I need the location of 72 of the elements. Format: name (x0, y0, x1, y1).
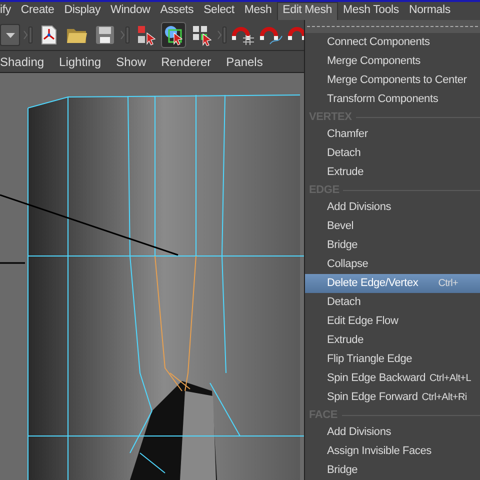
document-icon (40, 25, 58, 45)
menu-item[interactable]: Transform Components (305, 90, 480, 109)
panel-menu-item[interactable]: Show (116, 52, 146, 70)
menu-item[interactable]: Extrude (305, 331, 480, 350)
menu-item[interactable]: Edit Edge Flow (305, 312, 480, 331)
menu-item-label: Detach (327, 146, 361, 162)
menu-item-label: Detach (327, 295, 361, 310)
menu-item[interactable]: Edit Mesh (276, 2, 338, 20)
menu-item[interactable]: Add Divisions (305, 423, 480, 442)
menu-item-label: Bevel (327, 219, 354, 234)
menu-item[interactable]: ify (0, 2, 16, 20)
menu-item-label: Extrude (327, 165, 364, 180)
menu-item[interactable]: Flip Triangle Edge (305, 350, 480, 369)
menu-item[interactable]: Select (198, 2, 240, 20)
menu-item[interactable]: Collapse (305, 255, 480, 274)
menu-item[interactable]: Connect Components (305, 33, 480, 52)
menu-item[interactable]: Merge Components to Center (305, 71, 480, 90)
selection-arrow-icon (162, 24, 184, 46)
toolbar-grip-icon (217, 24, 227, 46)
menu-item[interactable]: Spin Edge Forward Ctrl+Alt+Ri (305, 388, 480, 407)
caret-icon (6, 32, 14, 38)
menu-item-label: Collapse (327, 257, 368, 272)
menu-item-label: Merge Components (327, 54, 420, 70)
menu-item-label: Spin Edge Forward (327, 390, 418, 406)
menu-item[interactable]: Bridge (305, 236, 480, 255)
panel-menu-item[interactable]: Panels (226, 52, 263, 70)
menu-item[interactable]: Detach (305, 293, 480, 312)
menu-item[interactable]: Bevel (305, 217, 480, 236)
menu-item-label: Transform Components (327, 92, 438, 108)
menu-item-label: Delete Edge/Vertex (327, 276, 418, 292)
menu-item-label: Bridge (327, 238, 358, 254)
menu-item-label: Spin Edge Backward (327, 371, 426, 386)
menu-item[interactable]: Create (16, 2, 60, 20)
shortcut-label: Ctrl+Alt+L (430, 372, 471, 386)
menu-item-label: Chamfer (327, 127, 368, 142)
menu-item[interactable]: Merge Components (305, 52, 480, 71)
panel-menu-item[interactable]: Lighting (59, 52, 102, 70)
menu-item[interactable]: Detach (305, 144, 480, 163)
menu-item-label: Bridge (327, 463, 358, 478)
panel-menu-item[interactable]: Renderer (161, 52, 212, 70)
menu-item-label: Extrude (327, 333, 364, 348)
menu-item[interactable]: Assign Invisible Faces (305, 442, 480, 461)
menu-item[interactable]: Spin Edge Backward Ctrl+Alt+L (305, 369, 480, 388)
menu-item-label: Add Divisions (327, 200, 392, 216)
toolbar-grip-icon (23, 24, 33, 46)
menu-item[interactable]: Mesh (239, 2, 277, 20)
folder-icon (66, 26, 88, 44)
magnet-icon (258, 24, 282, 46)
shortcut-label: Ctrl+ (438, 277, 458, 291)
toolbar-button[interactable] (161, 22, 186, 48)
shortcut-label: Ctrl+Alt+Ri (422, 391, 467, 405)
selection-arrow-icon (190, 24, 212, 46)
menu-item[interactable]: Assets (155, 2, 199, 20)
menu-item-label: Add Divisions (327, 425, 392, 440)
menu-item[interactable]: Chamfer (305, 125, 480, 144)
menu-item[interactable]: Window (106, 2, 156, 20)
dropdown-button[interactable] (0, 24, 20, 46)
menu-item[interactable]: Mesh Tools (338, 2, 404, 20)
magnet-icon (230, 24, 254, 46)
menu-item-label: Assign Invisible Faces (327, 444, 432, 460)
menu-item[interactable]: Extrude (305, 163, 480, 182)
menu-item[interactable]: Delete Edge/Vertex Ctrl+ (305, 274, 480, 293)
menu-item-label: Flip Triangle Edge (327, 352, 412, 368)
menu-item[interactable]: Normals (404, 2, 456, 20)
menu-item[interactable]: Bridge (305, 461, 480, 480)
menu-item[interactable]: Add Divisions (305, 198, 480, 217)
menu-item-label: Connect Components (327, 35, 430, 50)
menu-item-label: Merge Components to Center (327, 73, 467, 88)
menu-item-label: Edit Edge Flow (327, 314, 398, 330)
menu-item[interactable]: Display (59, 2, 106, 20)
toolbar-grip-icon (120, 24, 130, 46)
panel-menu-item[interactable]: Shading (0, 52, 44, 70)
